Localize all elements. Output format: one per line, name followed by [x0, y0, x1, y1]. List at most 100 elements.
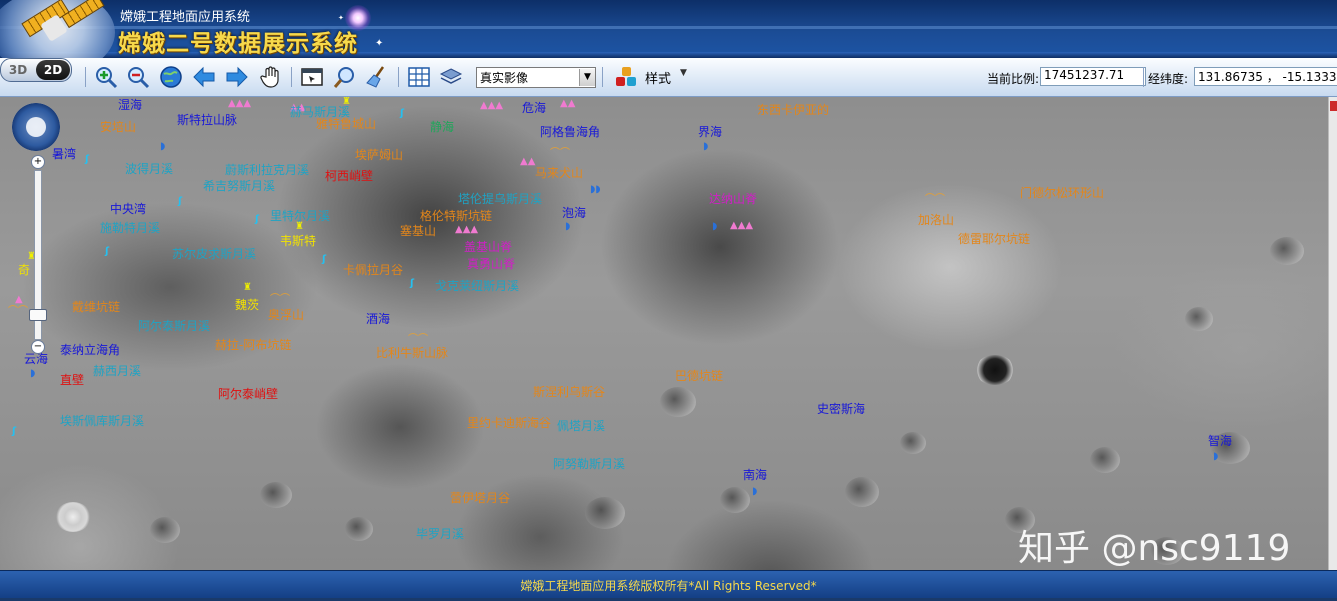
map-label[interactable]: 雅特鲁城山 [316, 117, 376, 131]
layers-button[interactable] [438, 65, 464, 89]
clear-button[interactable] [364, 65, 390, 89]
map-label[interactable]: 柯西峭壁 [325, 169, 373, 183]
map-label[interactable]: 里特尔月溪 [270, 209, 330, 223]
clear-broom-icon [366, 66, 385, 88]
map-label[interactable]: 静海 [430, 120, 454, 134]
zoom-in-button[interactable] [93, 65, 119, 89]
map-label[interactable]: 奇 [18, 263, 30, 277]
mare-marker-icon: ◗ [30, 368, 36, 379]
map-label[interactable]: 酒海 [366, 312, 390, 326]
lunar-map[interactable]: ▲▲▲ ▲▲ ▲▲▲ ▲▲ ▲▲ ▲▲▲ ▲▲▲ ▲ ʃ ʃ ʃ ʃ ʃ ʃ ʃ… [0, 97, 1328, 570]
map-label[interactable]: 波得月溪 [125, 162, 173, 176]
system-title: 嫦娥二号数据展示系统 [118, 31, 358, 57]
full-extent-button[interactable] [158, 65, 184, 89]
map-label[interactable]: 戴维坑链 [72, 300, 120, 314]
map-label[interactable]: 界海 [698, 125, 722, 139]
map-label[interactable]: 格伦特斯坑链 [420, 209, 492, 223]
toolbar: 3D 2D 真实影像 ▼ 样式 ▼ 当前比例: 17451237.71 经纬度:… [0, 58, 1337, 97]
mare-marker-icon: ◗ [565, 221, 571, 232]
map-label[interactable]: 韦斯特 [280, 234, 316, 248]
zoom-slider-plus-button[interactable]: + [31, 155, 45, 169]
view-3d-button[interactable]: 3D [1, 59, 35, 81]
map-label[interactable]: 赫西月溪 [93, 364, 141, 378]
map-label[interactable]: 云海 [24, 352, 48, 366]
hill-marker-icon: ⌒⌒ [270, 294, 290, 305]
map-scrollbar[interactable] [1328, 97, 1337, 570]
pan-center-icon[interactable] [26, 117, 46, 137]
map-label[interactable]: 阿尔泰斯月溪 [138, 319, 210, 333]
map-label[interactable]: 暑湾 [52, 147, 76, 161]
map-label[interactable]: 泰纳立海角 [60, 343, 120, 357]
map-label[interactable]: 斯特拉山脉 [177, 113, 237, 127]
magnifier-button[interactable] [332, 65, 358, 89]
map-label[interactable]: 斯涅利乌斯谷 [533, 385, 605, 399]
crater [845, 477, 879, 507]
map-label[interactable]: 蕾伊塔月谷 [450, 491, 510, 505]
map-label[interactable]: 真勇山脊 [467, 257, 515, 271]
map-label[interactable]: 盖基山脊 [464, 240, 512, 254]
map-label[interactable]: 智海 [1208, 434, 1232, 448]
mare-marker-icon: ◗ [703, 141, 709, 152]
map-label[interactable]: 塔伦提乌斯月溪 [458, 192, 542, 206]
mare-marker-icon: ◗ [752, 486, 758, 497]
map-label[interactable]: 埃斯佩库斯月溪 [60, 414, 144, 428]
lonlat-label: 经纬度: [1148, 72, 1189, 86]
map-label[interactable]: 泡海 [562, 206, 586, 220]
imagery-layer-select[interactable]: 真实影像 ▼ [476, 67, 596, 88]
map-label[interactable]: 阿尔泰峭壁 [218, 387, 278, 401]
map-label[interactable]: 希吉努斯月溪 [203, 179, 275, 193]
rille-marker-icon: ʃ [105, 246, 110, 257]
next-view-button[interactable] [224, 65, 250, 89]
map-label[interactable]: 史密斯海 [817, 402, 865, 416]
map-label[interactable]: 阿努勒斯月溪 [553, 457, 625, 471]
caret-down-icon[interactable]: ▼ [680, 68, 687, 78]
scrollbar-thumb[interactable] [1330, 101, 1337, 111]
map-label[interactable]: 比利牛斯山脉 [376, 346, 448, 360]
map-label[interactable]: 施勒特月溪 [100, 221, 160, 235]
map-label[interactable]: 东西卡伊亚的 [757, 103, 829, 117]
view-2d-button[interactable]: 2D [36, 60, 70, 80]
view-mode-toggle[interactable]: 3D 2D [0, 58, 72, 82]
map-label[interactable]: 门德尔松环形山 [1020, 186, 1104, 200]
map-label[interactable]: 湿海 [118, 98, 142, 112]
zoom-out-button[interactable] [125, 65, 151, 89]
map-label[interactable]: 达纳山脊 [709, 192, 757, 206]
style-button[interactable] [612, 65, 640, 89]
mountain-marker-icon: ▲ [15, 294, 23, 305]
map-label[interactable]: 德雷耶尔坑链 [958, 232, 1030, 246]
map-label[interactable]: 危海 [522, 101, 546, 115]
map-label[interactable]: 埃萨姆山 [355, 148, 403, 162]
pan-button[interactable] [258, 65, 284, 89]
map-label[interactable]: 巴德坑链 [675, 369, 723, 383]
map-label[interactable]: 马来犬山 [535, 166, 583, 180]
map-label[interactable]: 蔚斯利拉克月溪 [225, 163, 309, 177]
crater [1185, 307, 1213, 331]
map-label[interactable]: 戈克莱纽斯月溪 [435, 279, 519, 293]
map-label[interactable]: 赫拉-阿布坑链 [215, 338, 291, 352]
map-label[interactable]: 加洛山 [918, 213, 954, 227]
style-menu-label[interactable]: 样式 [645, 68, 671, 87]
map-label[interactable]: 南海 [743, 468, 767, 482]
map-label[interactable]: 佩塔月溪 [557, 419, 605, 433]
map-label[interactable]: 安培山 [100, 120, 136, 134]
zoom-slider-handle[interactable] [29, 309, 47, 321]
map-label[interactable]: 阿格鲁海角 [540, 125, 600, 139]
style-icon [616, 67, 636, 86]
lonlat-field[interactable]: 131.86735 ， -15.13337 [1194, 67, 1337, 86]
map-label[interactable]: 直壁 [60, 373, 84, 387]
map-label[interactable]: 魏茨 [235, 298, 259, 312]
previous-view-button[interactable] [191, 65, 217, 89]
map-label[interactable]: 塞基山 [400, 224, 436, 238]
map-label[interactable]: 奥浮山 [268, 308, 304, 322]
select-region-button[interactable] [298, 65, 326, 89]
zoom-slider-minus-button[interactable]: − [31, 340, 45, 354]
map-label[interactable]: 毕罗月溪 [416, 527, 464, 541]
scale-field[interactable]: 17451237.71 [1040, 67, 1146, 86]
crater [1090, 447, 1120, 473]
map-label[interactable]: 里约卡迪斯海谷 [467, 416, 551, 430]
map-label[interactable]: 苏尔皮求斯月溪 [172, 247, 256, 261]
chevron-down-icon[interactable]: ▼ [579, 69, 595, 86]
grid-button[interactable] [406, 65, 432, 89]
map-label[interactable]: 中央湾 [110, 202, 146, 216]
map-label[interactable]: 卡佩拉月谷 [343, 263, 403, 277]
